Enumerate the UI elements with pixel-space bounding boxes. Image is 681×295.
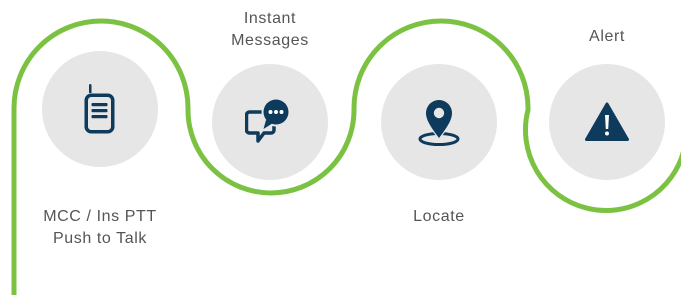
warning-triangle-icon xyxy=(585,102,629,141)
walkie-talkie-icon xyxy=(84,84,115,134)
step-circle-ptt xyxy=(42,51,158,167)
location-pin-icon xyxy=(418,98,460,146)
step-label-alert: Alert xyxy=(589,28,625,45)
step-circle-messages xyxy=(212,64,328,180)
feature-flow-diagram: MCC / Ins PTT Push to Talk Instant Messa… xyxy=(0,0,681,295)
step-label-messages: Instant Messages xyxy=(231,10,309,49)
step-circle-locate xyxy=(381,64,497,180)
step-circle-alert xyxy=(549,64,665,180)
chat-bubbles-icon xyxy=(245,98,291,143)
step-label-locate: Locate xyxy=(413,208,465,225)
step-label-ptt: MCC / Ins PTT Push to Talk xyxy=(43,208,157,247)
